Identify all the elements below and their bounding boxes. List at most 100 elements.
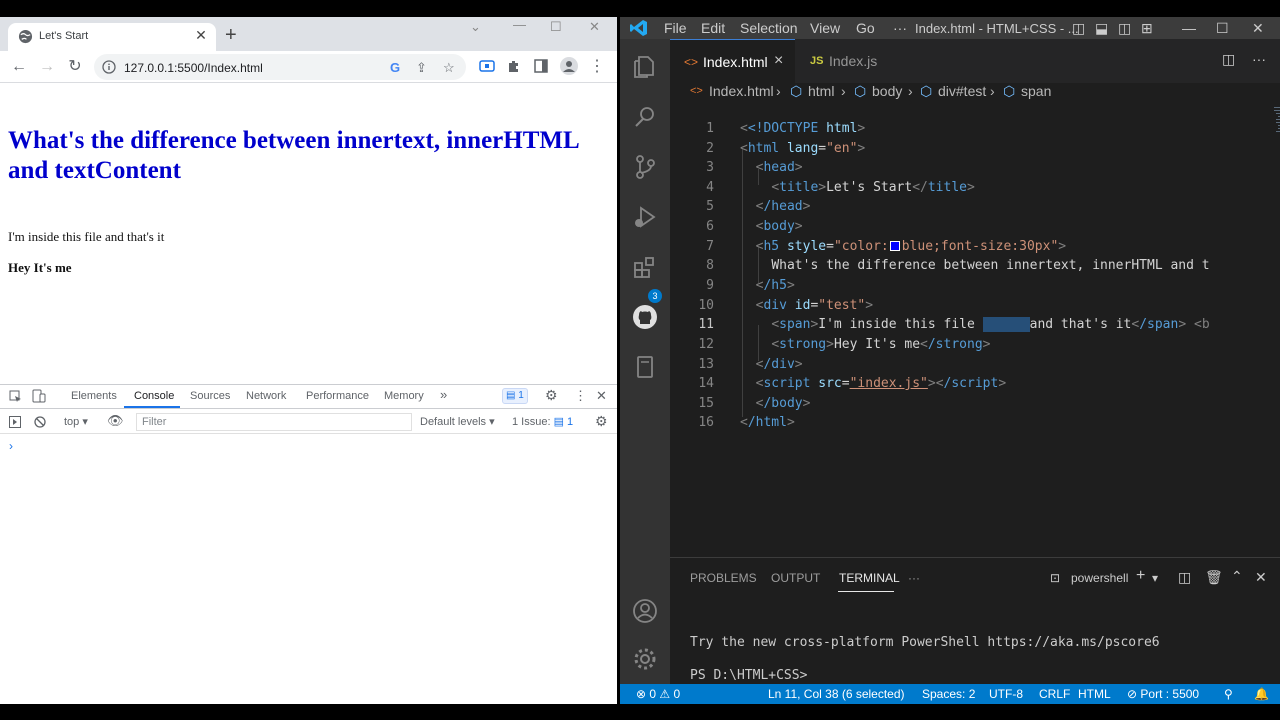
notebook-icon[interactable]	[631, 353, 659, 381]
layout-panel-icon[interactable]: ⬓	[1095, 20, 1108, 37]
end-of-line[interactable]: CRLF	[1039, 687, 1070, 701]
github-icon[interactable]	[631, 303, 659, 331]
live-server-port[interactable]: ⊘ Port : 5500	[1127, 687, 1199, 701]
encoding[interactable]: UTF-8	[989, 687, 1023, 701]
cast-icon[interactable]	[479, 59, 495, 73]
browser-menu-icon[interactable]: ⋮	[587, 57, 607, 77]
close-window-icon[interactable]: ✕	[1252, 20, 1264, 37]
maximize-icon[interactable]: ☐	[550, 19, 562, 35]
shell-name[interactable]: powershell	[1071, 571, 1128, 585]
tab-network[interactable]: Network	[246, 390, 286, 402]
clear-console-icon[interactable]	[34, 416, 46, 428]
bookmark-star-icon[interactable]: ☆	[443, 60, 455, 76]
close-tab-icon[interactable]: ×	[774, 52, 783, 70]
tab-output[interactable]: OUTPUT	[771, 571, 820, 585]
tab-problems[interactable]: PROBLEMS	[690, 571, 757, 585]
sidepanel-icon[interactable]	[534, 59, 548, 73]
menu-edit[interactable]: Edit	[701, 20, 725, 36]
tab-console[interactable]: Console	[134, 390, 174, 402]
menu-file[interactable]: File	[664, 20, 687, 36]
context-select[interactable]: top ▾	[64, 415, 88, 428]
code-editor[interactable]: 1 2 3 4 5 6 7 8 9 10 11 12 13 14 15 16 <…	[670, 105, 1280, 645]
tab-index-html[interactable]: <> Index.html ×	[670, 39, 795, 83]
devtools-close-icon[interactable]: ✕	[596, 388, 607, 404]
split-editor-icon[interactable]: ◫	[1222, 51, 1235, 68]
new-terminal-icon[interactable]: +	[1136, 567, 1145, 585]
source-control-icon[interactable]	[631, 153, 659, 181]
menu-selection[interactable]: Selection	[740, 20, 798, 36]
line-number: 13	[698, 357, 714, 372]
split-terminal-icon[interactable]: ◫	[1178, 569, 1191, 586]
cursor-position[interactable]: Ln 11, Col 38 (6 selected)	[768, 687, 905, 701]
panel-more-icon[interactable]: ···	[908, 571, 920, 585]
settings-gear-icon[interactable]: ⚙	[545, 387, 558, 404]
layout-split-icon[interactable]: ◫	[1118, 20, 1131, 37]
tab-performance[interactable]: Performance	[306, 390, 369, 402]
feedback-icon[interactable]: ⚲	[1224, 687, 1233, 701]
minimap[interactable]	[1270, 105, 1280, 145]
back-button[interactable]: ←	[9, 57, 29, 77]
inspect-icon[interactable]	[9, 390, 22, 403]
menu-go[interactable]: Go	[856, 20, 875, 36]
breadcrumb-item[interactable]: html	[808, 83, 834, 99]
reload-button[interactable]: ↻	[65, 57, 85, 77]
manage-gear-icon[interactable]	[631, 645, 659, 673]
vscode-logo-icon	[630, 20, 647, 36]
devtools-more-icon[interactable]: ⋮	[574, 388, 587, 404]
problems-status[interactable]: ⊗ 0 ⚠ 0	[636, 687, 680, 701]
extensions-icon[interactable]	[507, 59, 521, 73]
menu-more[interactable]: ···	[893, 20, 907, 36]
tab-terminal[interactable]: TERMINAL	[839, 571, 900, 585]
maximize-panel-icon[interactable]: ⌃	[1231, 568, 1243, 585]
new-tab-button[interactable]: +	[225, 25, 237, 45]
minimize-icon[interactable]: —	[1182, 20, 1196, 36]
tab-elements[interactable]: Elements	[71, 390, 117, 402]
customize-layout-icon[interactable]: ⊞	[1141, 20, 1153, 37]
chevron-down-icon[interactable]: ▾	[1152, 571, 1158, 585]
breadcrumb-item[interactable]: Index.html	[709, 83, 774, 99]
forward-button[interactable]: →	[37, 57, 57, 77]
indentation[interactable]: Spaces: 2	[922, 687, 975, 701]
issues-button[interactable]: 1 Issue: ▤ 1	[512, 415, 573, 428]
google-lens-icon[interactable]: G	[390, 60, 400, 75]
color-swatch[interactable]	[889, 241, 900, 251]
messages-badge[interactable]: ▤ 1	[502, 388, 528, 404]
breadcrumb-item[interactable]: span	[1021, 83, 1051, 99]
run-debug-icon[interactable]	[631, 203, 659, 231]
more-tabs-button[interactable]: »	[440, 387, 447, 402]
language-mode[interactable]: HTML	[1078, 687, 1111, 701]
profile-avatar[interactable]	[560, 57, 578, 75]
editor-more-icon[interactable]: ···	[1252, 51, 1266, 67]
layout-sidebar-icon[interactable]: ◫	[1072, 20, 1085, 37]
console-settings-icon[interactable]: ⚙	[595, 413, 608, 430]
breadcrumb-item[interactable]: div#test	[938, 83, 986, 99]
menu-view[interactable]: View	[810, 20, 840, 36]
notifications-bell-icon[interactable]: 🔔	[1254, 687, 1269, 701]
device-toolbar-icon[interactable]	[32, 389, 46, 403]
close-tab-icon[interactable]: ✕	[192, 26, 210, 44]
sidebar-toggle-icon[interactable]	[9, 416, 21, 428]
explorer-icon[interactable]	[631, 53, 659, 81]
levels-select[interactable]: Default levels ▾	[420, 415, 495, 428]
chevron-down-icon[interactable]: ⌄	[470, 19, 481, 35]
share-icon[interactable]: ⇪	[416, 60, 427, 76]
eye-icon[interactable]: 👁	[107, 413, 124, 429]
account-icon[interactable]	[631, 597, 659, 625]
extensions-icon[interactable]	[631, 253, 659, 281]
tab-sources[interactable]: Sources	[190, 390, 230, 402]
close-panel-icon[interactable]: ✕	[1255, 569, 1267, 586]
close-window-icon[interactable]: ✕	[589, 19, 600, 35]
trash-icon[interactable]: 🗑	[1205, 569, 1223, 586]
console-filter-input[interactable]: Filter	[136, 413, 412, 431]
address-bar[interactable]: 127.0.0.1:5500/Index.html G ⇪ ☆	[94, 54, 466, 80]
minimize-icon[interactable]: —	[513, 17, 526, 32]
breadcrumb-item[interactable]: body	[872, 83, 902, 99]
tab-index-js[interactable]: JS Index.js	[796, 39, 916, 83]
browser-tab[interactable]: Let's Start ✕	[8, 23, 216, 51]
terminal-prompt[interactable]: PS D:\HTML+CSS>	[690, 668, 807, 683]
console-prompt[interactable]: ›	[9, 439, 13, 453]
info-icon[interactable]	[102, 60, 116, 74]
restore-icon[interactable]: ☐	[1216, 20, 1229, 37]
tab-memory[interactable]: Memory	[384, 390, 424, 402]
search-icon[interactable]	[631, 103, 659, 131]
